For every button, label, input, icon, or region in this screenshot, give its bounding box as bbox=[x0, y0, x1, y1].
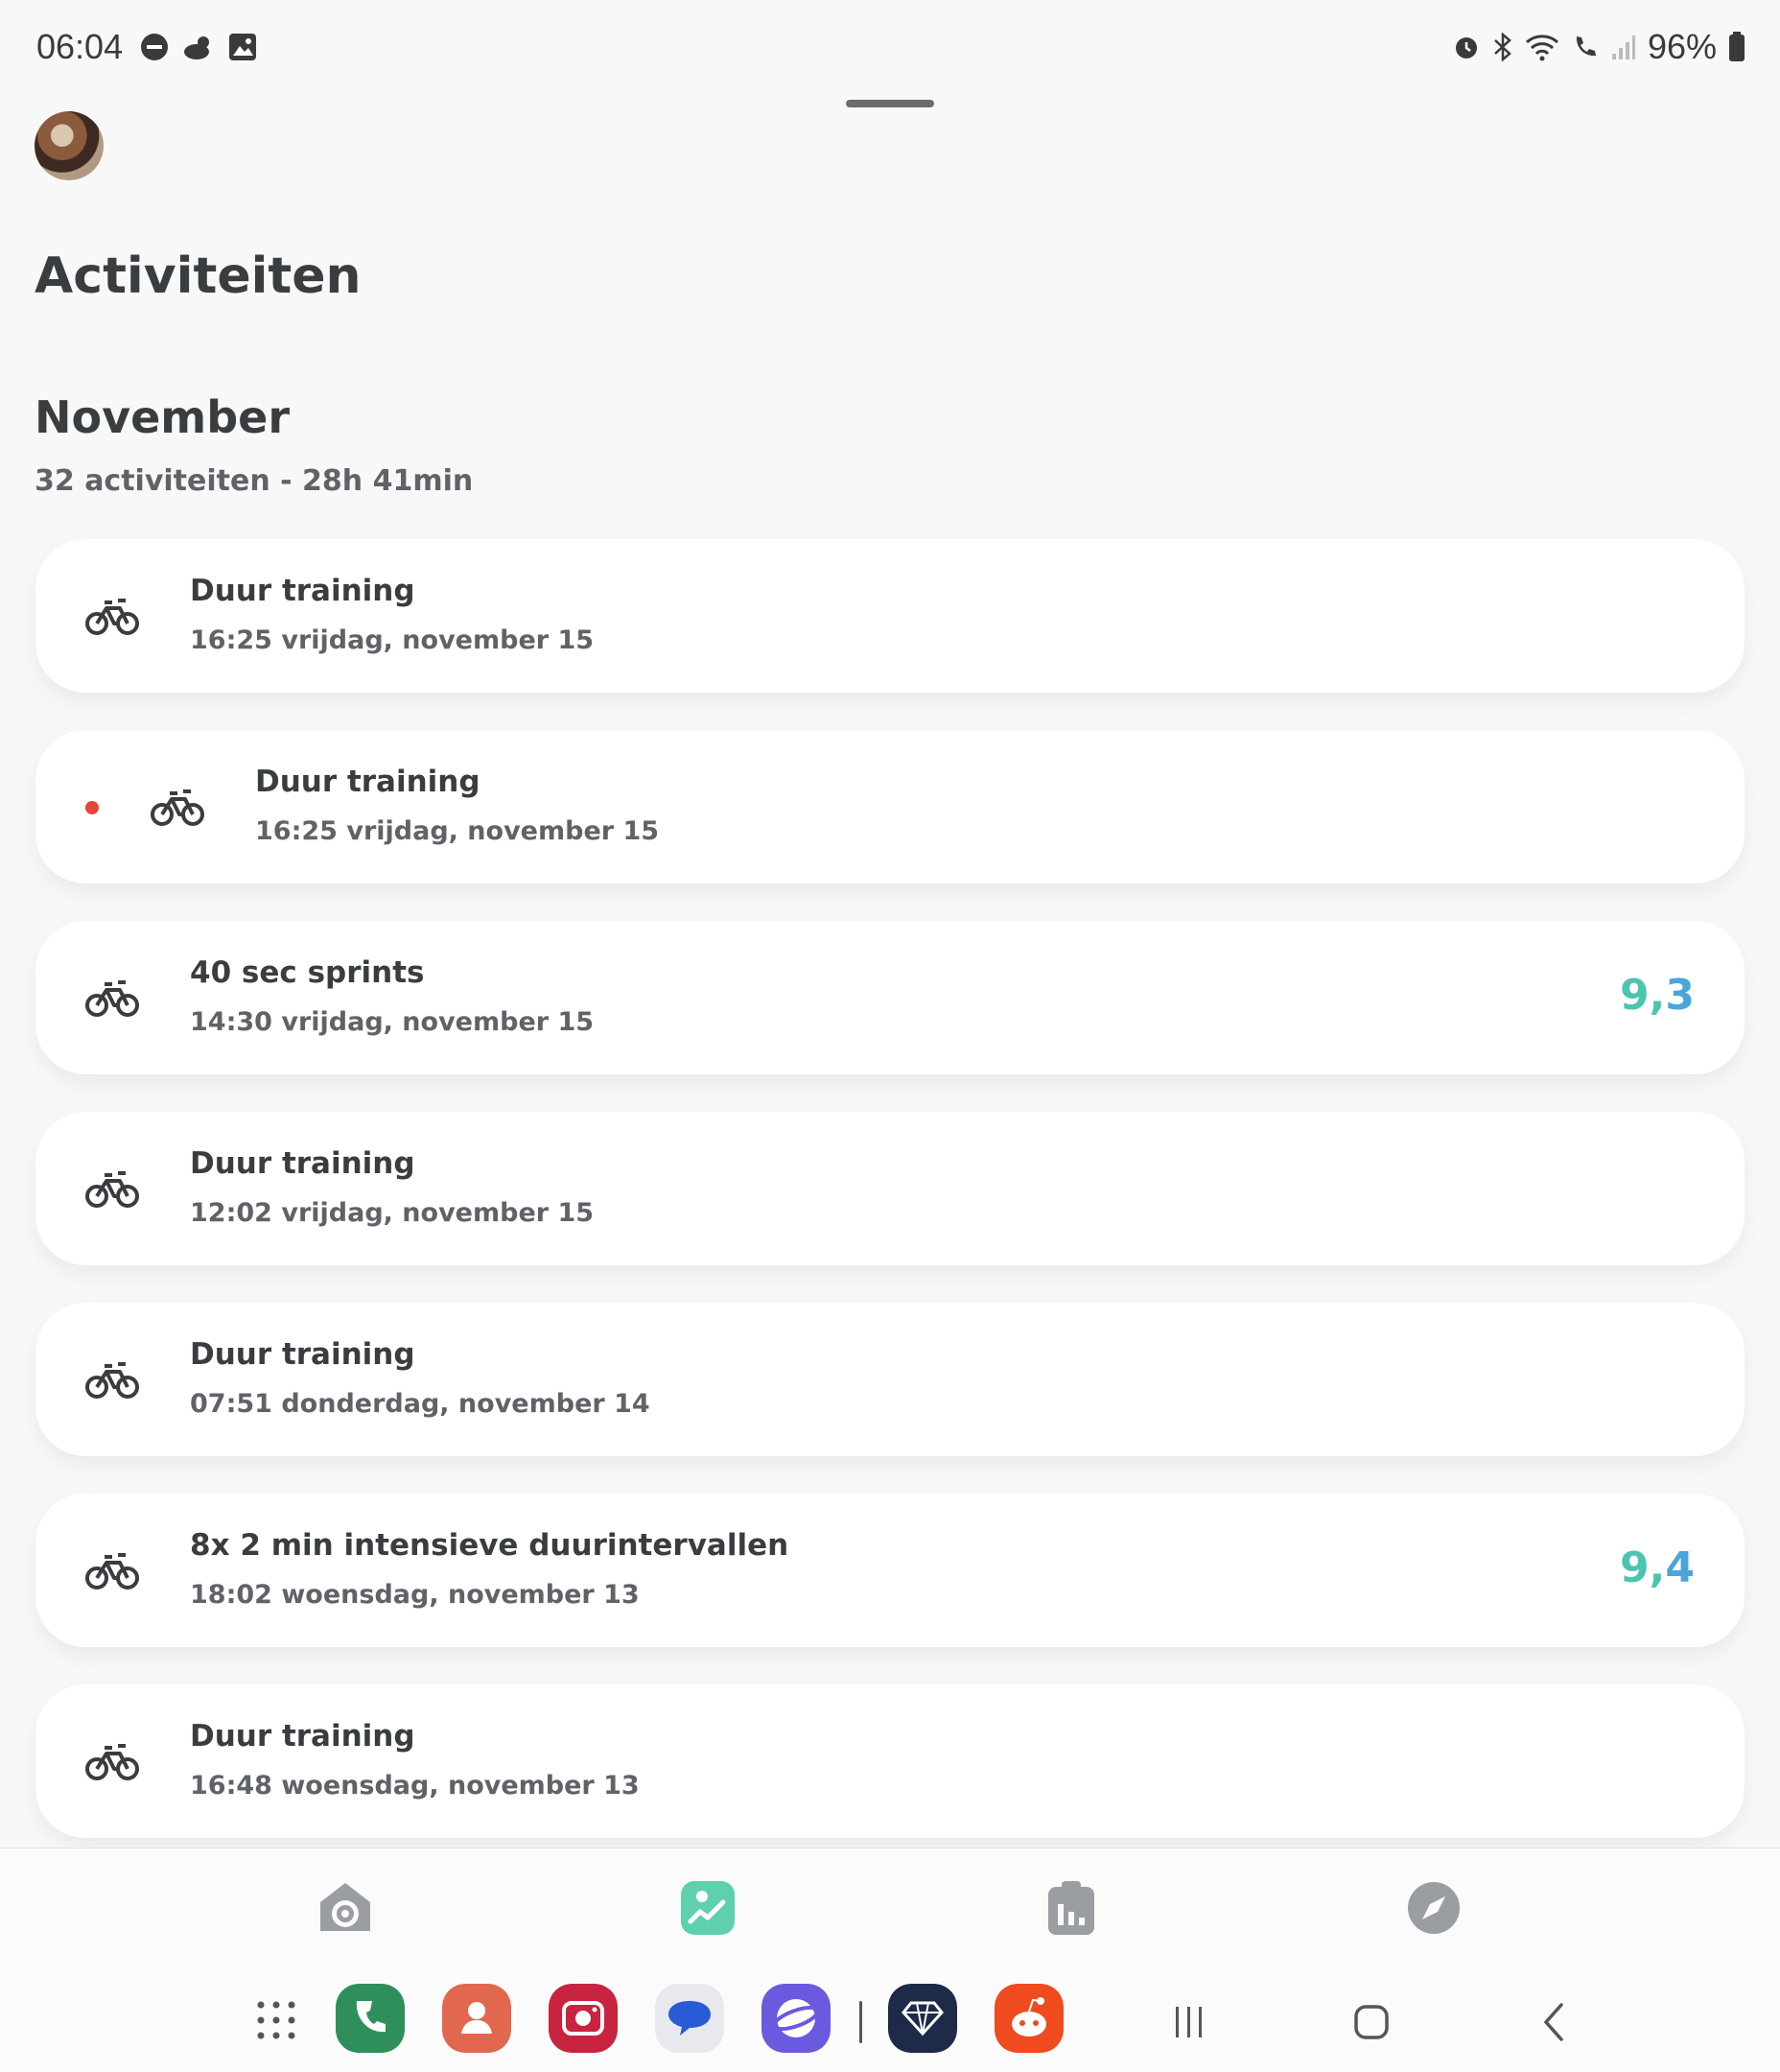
signal-icon bbox=[1611, 35, 1635, 59]
bike-icon bbox=[151, 789, 204, 826]
home-target-icon[interactable] bbox=[316, 1879, 374, 1937]
bike-icon bbox=[85, 1553, 139, 1589]
activity-score: 9,3 bbox=[1620, 971, 1695, 1020]
activity-chart-icon[interactable] bbox=[679, 1879, 737, 1937]
status-bar: 06:04 96% bbox=[0, 0, 1780, 96]
activity-datetime: 18:02 woensdag, november 13 bbox=[190, 1580, 640, 1610]
activity-title: Duur training bbox=[190, 1146, 415, 1181]
system-dock bbox=[0, 1972, 1780, 2072]
activity-datetime: 14:30 vrijdag, november 15 bbox=[190, 1007, 595, 1037]
activity-title: Duur training bbox=[190, 574, 415, 608]
wallet-app-icon[interactable] bbox=[888, 1984, 957, 2053]
dnd-icon bbox=[141, 34, 168, 60]
alarm-icon bbox=[1455, 37, 1477, 59]
avatar[interactable] bbox=[35, 111, 104, 180]
messages-app-icon[interactable] bbox=[655, 1984, 724, 2053]
activity-card[interactable]: Duur training 12:02 vrijdag, november 15 bbox=[35, 1112, 1745, 1265]
activity-datetime: 16:25 vrijdag, november 15 bbox=[255, 816, 660, 846]
clipboard-chart-icon[interactable] bbox=[1042, 1879, 1100, 1937]
score-decimal: 4 bbox=[1665, 1543, 1695, 1592]
activity-card[interactable]: Duur training 16:25 vrijdag, november 15 bbox=[35, 539, 1745, 693]
activity-title: 40 sec sprints bbox=[190, 955, 425, 990]
phone-app-icon[interactable] bbox=[336, 1984, 405, 2053]
activity-title: Duur training bbox=[190, 1337, 415, 1372]
status-right: 96% bbox=[1452, 27, 1745, 67]
wifi-call-icon bbox=[1576, 36, 1596, 57]
bluetooth-icon bbox=[1494, 33, 1511, 61]
month-title: November bbox=[35, 391, 291, 443]
home-nav-icon[interactable] bbox=[1343, 1993, 1400, 2051]
internet-app-icon[interactable] bbox=[761, 1984, 831, 2053]
activity-title: Duur training bbox=[255, 765, 480, 799]
bike-icon bbox=[85, 980, 139, 1017]
page-title: Activiteiten bbox=[35, 247, 362, 305]
activity-title: Duur training bbox=[190, 1719, 415, 1754]
score-decimal: 3 bbox=[1665, 971, 1695, 1020]
camera-app-icon[interactable] bbox=[549, 1984, 618, 2053]
back-icon[interactable] bbox=[1527, 1993, 1584, 2051]
score-whole: 9, bbox=[1620, 971, 1666, 1020]
activity-card[interactable]: Duur training 16:48 woensdag, november 1… bbox=[35, 1684, 1745, 1838]
drag-handle[interactable] bbox=[846, 100, 934, 107]
bike-icon bbox=[85, 1171, 139, 1208]
activity-card[interactable]: Duur training 07:51 donderdag, november … bbox=[35, 1303, 1745, 1456]
battery-icon bbox=[1729, 32, 1745, 61]
compass-icon[interactable] bbox=[1405, 1879, 1463, 1937]
weather-icon bbox=[184, 36, 209, 59]
activity-card[interactable]: 40 sec sprints 14:30 vrijdag, november 1… bbox=[35, 921, 1745, 1074]
battery-percent: 96% bbox=[1647, 27, 1717, 66]
bike-icon bbox=[85, 1744, 139, 1780]
activity-card[interactable]: 8x 2 min intensieve duurintervallen 18:0… bbox=[35, 1494, 1745, 1647]
activity-datetime: 12:02 vrijdag, november 15 bbox=[190, 1198, 595, 1228]
wifi-icon bbox=[1525, 35, 1558, 61]
bike-icon bbox=[85, 599, 139, 635]
score-whole: 9, bbox=[1620, 1543, 1666, 1592]
activity-score: 9,4 bbox=[1620, 1543, 1695, 1592]
activity-title: 8x 2 min intensieve duurintervallen bbox=[190, 1528, 789, 1563]
recents-icon[interactable] bbox=[1160, 1993, 1218, 2051]
activity-datetime: 16:48 woensdag, november 13 bbox=[190, 1771, 640, 1801]
dock-separator bbox=[859, 2001, 862, 2043]
activity-datetime: 16:25 vrijdag, november 15 bbox=[190, 625, 595, 655]
activity-datetime: 07:51 donderdag, november 14 bbox=[190, 1389, 650, 1419]
month-summary: 32 activiteiten - 28h 41min bbox=[35, 464, 474, 498]
bike-icon bbox=[85, 1362, 139, 1399]
app-drawer-icon[interactable] bbox=[255, 1999, 297, 2041]
contacts-app-icon[interactable] bbox=[442, 1984, 511, 2053]
activity-card[interactable]: Duur training 16:25 vrijdag, november 15 bbox=[35, 730, 1745, 883]
gallery-icon bbox=[229, 34, 256, 60]
bottom-tab-bar bbox=[0, 1848, 1780, 1973]
unread-dot bbox=[85, 801, 99, 814]
status-time: 06:04 bbox=[36, 27, 124, 66]
reddit-app-icon[interactable] bbox=[995, 1984, 1064, 2053]
status-left-icons bbox=[140, 33, 257, 61]
